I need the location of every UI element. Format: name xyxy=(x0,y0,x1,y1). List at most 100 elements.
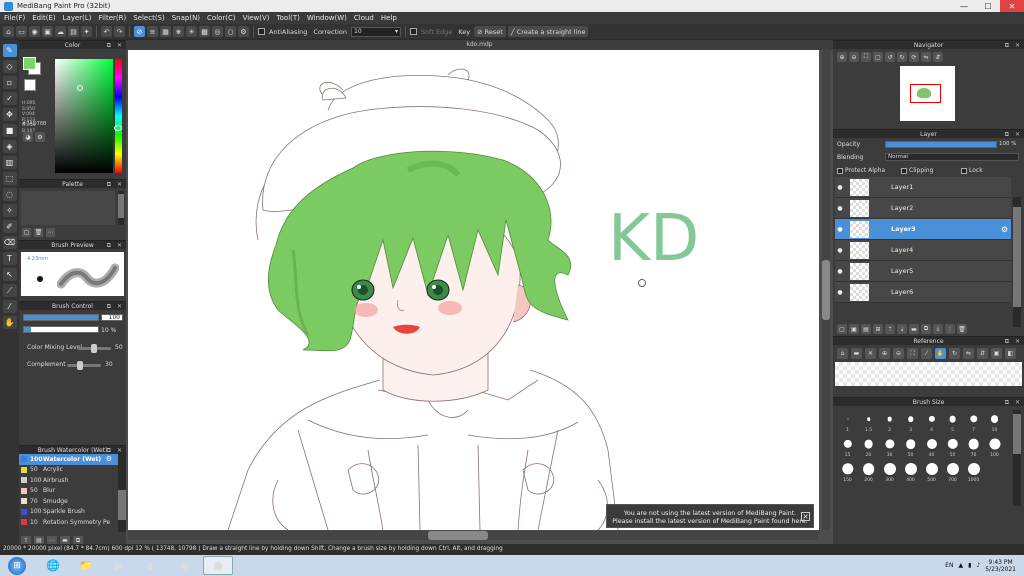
palette-scrollbar[interactable] xyxy=(118,191,124,225)
menu-view[interactable]: View(V) xyxy=(243,14,270,22)
reference-home-icon[interactable]: ⌂ xyxy=(837,348,848,359)
menu-help[interactable]: Help xyxy=(381,14,397,22)
brush-size-option[interactable]: 5 xyxy=(942,411,963,433)
rotate-right-icon[interactable]: ↻ xyxy=(897,52,907,62)
rotate-left-icon[interactable]: ↺ xyxy=(885,52,895,62)
gear-icon[interactable]: ⚙ xyxy=(1001,225,1008,234)
notice-close-button[interactable]: ✕ xyxy=(801,512,810,521)
view-frame[interactable] xyxy=(910,84,941,103)
menu-edit[interactable]: Edit(E) xyxy=(32,14,55,22)
minimize-button[interactable]: — xyxy=(952,0,976,12)
saturation-value-picker[interactable] xyxy=(55,59,113,173)
eye-icon[interactable]: ● xyxy=(835,205,845,212)
reference-flip-icon[interactable]: ⇋ xyxy=(963,348,974,359)
eye-icon[interactable]: ● xyxy=(835,289,845,296)
brush-size-option[interactable]: 100 xyxy=(984,436,1005,458)
layer-menu-icon[interactable]: ⋮ xyxy=(945,324,955,334)
reference-area[interactable] xyxy=(835,362,1022,386)
eye-icon[interactable]: ● xyxy=(835,268,845,275)
chat-icon[interactable]: ◉ xyxy=(29,26,40,37)
eye-icon[interactable]: ● xyxy=(835,184,845,191)
reference-hand-icon[interactable]: ✋ xyxy=(935,348,946,359)
flip-vertical-icon[interactable]: ⇵ xyxy=(933,52,943,62)
brush-size-option[interactable]: 1000 xyxy=(963,461,984,483)
brush-size-option[interactable]: 500 xyxy=(921,461,942,483)
clock[interactable]: 9:43 PM 5/23/2021 xyxy=(985,559,1016,573)
gear-icon[interactable]: ⚙ xyxy=(106,455,112,463)
vertical-scrollbar[interactable] xyxy=(822,50,830,530)
hex-value[interactable]: #7AD76B xyxy=(22,121,46,127)
brush-size-option[interactable]: 150 xyxy=(837,461,858,483)
menu-window[interactable]: Window(W) xyxy=(307,14,347,22)
update-notice[interactable]: You are not using the latest version of … xyxy=(606,504,814,528)
eyedropper-icon[interactable]: ⁄ xyxy=(2,300,17,313)
notice-line-2[interactable]: Please install the latest version of Med… xyxy=(607,518,813,526)
menu-color[interactable]: Color(C) xyxy=(207,14,236,22)
reference-zoom-out-icon[interactable]: ⊖ xyxy=(893,348,904,359)
move-down-icon[interactable]: ⇣ xyxy=(897,324,907,334)
straight-line-button[interactable]: ╱ Create a straight line xyxy=(507,26,589,37)
reset-rotation-icon[interactable]: ⟳ xyxy=(909,52,919,62)
foreground-color-swatch[interactable] xyxy=(23,57,36,70)
shape-tool-icon[interactable]: ■ xyxy=(2,124,17,137)
language-indicator[interactable]: EN xyxy=(945,562,953,569)
brush-size-option[interactable]: 10 xyxy=(984,411,1005,433)
clipping-checkbox[interactable]: Clipping xyxy=(901,167,933,174)
operation-tool-icon[interactable]: ↖ xyxy=(2,268,17,281)
tray-arrow-icon[interactable]: ▲ xyxy=(958,562,963,569)
brush-size-option[interactable]: 400 xyxy=(900,461,921,483)
mixing-slider[interactable] xyxy=(77,344,111,353)
horizontal-scrollbar[interactable] xyxy=(128,531,819,540)
more-icon[interactable]: ⋯ xyxy=(46,228,55,237)
new-raster-layer-icon[interactable]: ▣ xyxy=(849,324,859,334)
move-up-icon[interactable]: ⇡ xyxy=(885,324,895,334)
brush-size-option[interactable]: 30 xyxy=(879,436,900,458)
color-settings-icon[interactable]: ⚙ xyxy=(35,132,45,142)
complement-knob[interactable] xyxy=(77,361,83,370)
reference-flip-v-icon[interactable]: ⇵ xyxy=(977,348,988,359)
close-button[interactable]: ✕ xyxy=(1000,0,1024,12)
internet-explorer-icon[interactable]: 🌐 xyxy=(38,556,68,575)
color-picker-handle[interactable] xyxy=(77,85,83,91)
menu-cloud[interactable]: Cloud xyxy=(354,14,374,22)
duplicate-layer-icon[interactable]: ⧉ xyxy=(921,324,931,334)
radial-snap-icon[interactable]: ✳ xyxy=(186,26,197,37)
menu-layer[interactable]: Layer(L) xyxy=(63,14,92,22)
brush-size-option[interactable]: 15 xyxy=(837,436,858,458)
brush-item[interactable]: 100 Airbrush xyxy=(19,475,126,486)
reference-close-icon[interactable]: ✕ xyxy=(865,348,876,359)
brush-size-option[interactable]: 7 xyxy=(963,411,984,433)
volume-icon[interactable]: ♪ xyxy=(976,562,980,569)
brush-size-option[interactable]: 1.5 xyxy=(858,411,879,433)
reference-fit-view-icon[interactable]: ▣ xyxy=(991,348,1002,359)
soft-edge-checkbox[interactable] xyxy=(410,28,418,35)
blending-select[interactable]: Normal xyxy=(885,153,1019,161)
reference-dropper-icon[interactable]: ⁄ xyxy=(921,348,932,359)
delete-palette-icon[interactable]: 🗑 xyxy=(34,228,43,237)
antialiasing-checkbox[interactable] xyxy=(258,28,265,35)
divide-tool-icon[interactable]: ⟋ xyxy=(2,284,17,297)
brush-opacity-slider[interactable] xyxy=(23,326,99,333)
reference-open-icon[interactable]: ▬ xyxy=(851,348,862,359)
select-tool-icon[interactable]: ⬚ xyxy=(2,172,17,185)
menu-tool[interactable]: Tool(T) xyxy=(277,14,300,22)
eye-icon[interactable]: ● xyxy=(835,247,845,254)
curve-snap-icon[interactable]: ○ xyxy=(225,26,236,37)
layer-opacity-slider[interactable] xyxy=(885,141,997,148)
cross-snap-icon[interactable]: ▦ xyxy=(160,26,171,37)
reset-button[interactable]: ⊘ Reset xyxy=(474,26,506,37)
maximize-button[interactable]: ☐ xyxy=(976,0,1000,12)
hand-tool-icon[interactable]: ✋ xyxy=(2,316,17,329)
brush-item[interactable]: 50 Acrylic xyxy=(19,465,126,476)
brush-size-option[interactable]: 1 xyxy=(837,411,858,433)
brush-item[interactable]: 50 Blur xyxy=(19,486,126,497)
transparent-swatch[interactable] xyxy=(24,79,36,91)
complement-slider[interactable] xyxy=(67,361,101,370)
add-palette-icon[interactable]: ▢ xyxy=(22,228,31,237)
fit-icon[interactable]: ⛶ xyxy=(861,52,871,62)
layer-scrollbar[interactable] xyxy=(1013,197,1021,327)
brush-size-option[interactable]: 2 xyxy=(879,411,900,433)
gradation-tool-icon[interactable]: ▥ xyxy=(2,156,17,169)
layer-row[interactable]: ● Layer1 xyxy=(835,177,1011,198)
move-tool-icon[interactable]: ✥ xyxy=(2,108,17,121)
